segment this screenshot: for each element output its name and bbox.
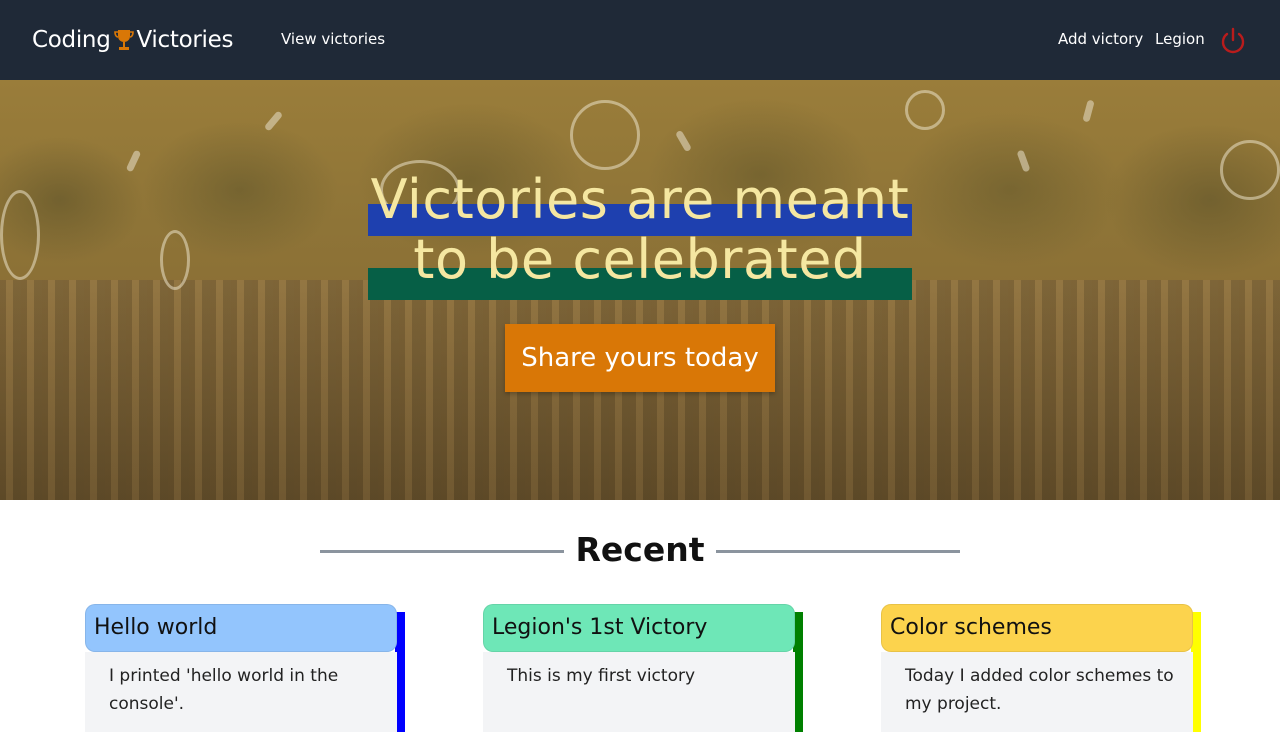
hero-title: Victories are meant to be celebrated — [368, 170, 912, 290]
card-body: I printed 'hello world in the console'. — [85, 652, 397, 732]
card-title[interactable]: Hello world — [85, 604, 397, 652]
victory-card[interactable]: I printed 'hello world in the console'. … — [85, 604, 405, 732]
recent-divider-left — [320, 550, 564, 553]
brand-text-coding: Coding — [32, 27, 111, 53]
juggling-ring-decoration — [570, 100, 640, 170]
card-body: This is my first victory — [483, 652, 795, 732]
recent-divider-right — [716, 550, 960, 553]
nav-view-victories[interactable]: View victories — [281, 30, 385, 48]
share-victory-button[interactable]: Share yours today — [505, 324, 775, 392]
card-title[interactable]: Color schemes — [881, 604, 1193, 652]
hero-title-line-2: to be celebrated — [413, 228, 867, 291]
juggling-ring-decoration — [160, 230, 190, 290]
brand-text-victories: Victories — [136, 27, 234, 53]
victory-card[interactable]: Today I added color schemes to my projec… — [881, 604, 1201, 732]
nav-legion[interactable]: Legion — [1155, 30, 1205, 48]
juggling-ring-decoration — [0, 190, 40, 280]
hero-banner: Victories are meant to be celebrated Sha… — [0, 80, 1280, 500]
trophy-icon — [113, 30, 134, 50]
victory-card[interactable]: This is my first victory Legion's 1st Vi… — [483, 604, 803, 732]
card-body: Today I added color schemes to my projec… — [881, 652, 1193, 732]
nav-add-victory[interactable]: Add victory — [1058, 30, 1143, 48]
juggling-ring-decoration — [905, 90, 945, 130]
recent-heading: Recent — [575, 530, 705, 569]
juggling-ring-decoration — [1220, 140, 1280, 200]
brand-logo[interactable]: Coding Victories — [32, 24, 233, 56]
power-icon[interactable] — [1218, 26, 1248, 56]
card-title[interactable]: Legion's 1st Victory — [483, 604, 795, 652]
hero-title-line-1: Victories are meant — [370, 168, 910, 231]
top-navbar: Coding Victories View victories Add vict… — [0, 0, 1280, 80]
